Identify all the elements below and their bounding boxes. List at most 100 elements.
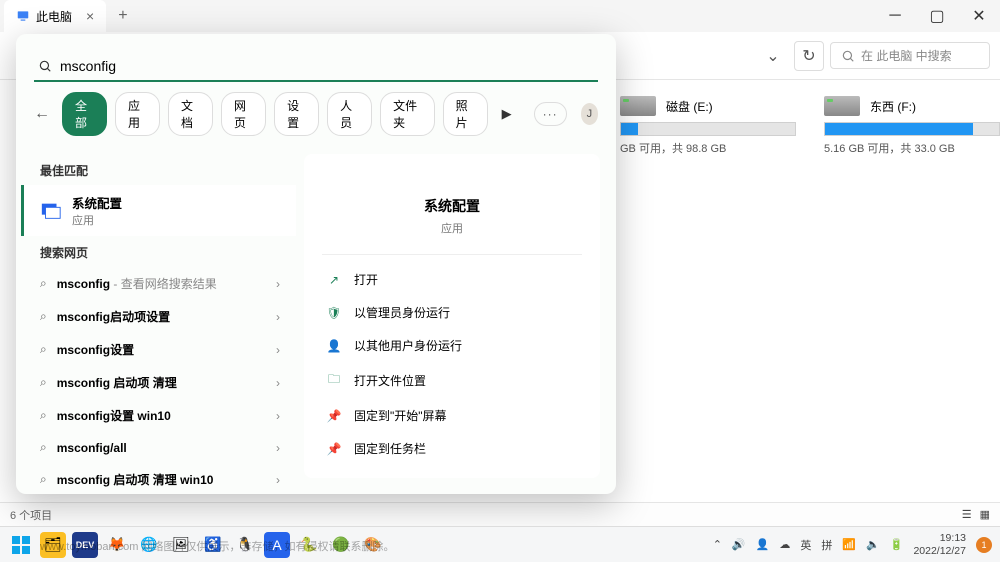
filter-photos[interactable]: 照片 [443,92,488,136]
web-result-item[interactable]: ⌕ msconfig 启动项 清理 › [24,366,296,399]
web-result-label: msconfig 启动项 清理 [57,374,266,391]
results-left-column: 最佳匹配 系统配置 应用 搜索网页 ⌕msconfig - 查看网络搜索结果›⌕… [16,146,296,494]
search-icon [841,49,855,63]
web-result-item[interactable]: ⌕msconfig - 查看网络搜索结果› [24,267,296,300]
maximize-button[interactable]: ▢ [916,0,958,32]
explorer-statusbar: 6 个项目 ☰ ▦ [0,502,1000,526]
drive-info: GB 可用，共 98.8 GB [620,140,796,156]
best-match-title: 系统配置 [72,193,122,212]
action-run-other-user[interactable]: 👤以其他用户身份运行 [322,329,582,362]
section-web: 搜索网页 [24,236,296,267]
start-button[interactable] [8,532,34,558]
filter-apps[interactable]: 应用 [115,92,160,136]
web-result-item[interactable]: ⌕ msconfig启动项设置 › [24,300,296,333]
close-button[interactable]: ✕ [958,0,1000,32]
tray-app-icon[interactable]: ☁ [779,538,790,551]
web-result-label: msconfig - 查看网络搜索结果 [57,275,266,292]
tray-volume-icon[interactable]: 🔊 [732,538,746,551]
action-list: ↗打开 🛡以管理员身份运行 👤以其他用户身份运行 🗀打开文件位置 📌固定到"开始… [322,254,582,465]
filter-more-icon[interactable]: ▶ [496,106,518,122]
action-run-admin[interactable]: 🛡以管理员身份运行 [322,296,582,329]
drive-info: 5.16 GB 可用，共 33.0 GB [824,140,1000,156]
action-pin-taskbar[interactable]: 📌固定到任务栏 [322,432,582,465]
minimize-button[interactable]: ─ [874,0,916,32]
search-icon: ⌕ [40,309,47,324]
action-open[interactable]: ↗打开 [322,263,582,296]
search-icon: ⌕ [40,472,47,487]
back-icon[interactable]: ← [34,105,50,123]
user-icon: 👤 [326,339,342,353]
ime-indicator-1[interactable]: 英 [800,537,811,553]
tray-chevron-icon[interactable]: ⌃ [713,538,722,551]
drive-usage-bar [620,122,796,136]
search-icon: ⌕ [40,375,47,390]
shield-icon: 🛡 [326,306,342,320]
drive-usage-bar [824,122,1000,136]
msconfig-icon [40,200,62,222]
action-open-location[interactable]: 🗀打开文件位置 [322,362,582,399]
explorer-search-placeholder: 在 此电脑 中搜索 [861,47,952,64]
address-dropdown-icon[interactable]: ⌄ [758,41,788,71]
chevron-right-icon: › [276,441,280,455]
folder-icon: 🗀 [326,370,342,391]
open-icon: ↗ [326,273,342,287]
tray-user-icon[interactable]: 👤 [756,538,770,551]
drive-f[interactable]: 东西 (F:) 5.16 GB 可用，共 33.0 GB [824,96,1000,156]
user-avatar[interactable]: J [581,103,598,125]
refresh-button[interactable]: ↻ [794,41,824,71]
pin-icon: 📌 [326,409,342,423]
filter-all[interactable]: 全部 [62,92,107,136]
search-icon [38,59,52,73]
chevron-right-icon: › [276,310,280,324]
web-result-item[interactable]: ⌕ msconfig 启动项 清理 win10 › [24,463,296,494]
drive-e[interactable]: 磁盘 (E:) GB 可用，共 98.8 GB [620,96,796,156]
clock-date: 2022/12/27 [913,545,966,558]
filter-people[interactable]: 人员 [327,92,372,136]
clock[interactable]: 19:13 2022/12/27 [913,532,966,557]
filter-web[interactable]: 网页 [221,92,266,136]
filter-docs[interactable]: 文档 [168,92,213,136]
drive-name: 东西 (F:) [870,98,916,115]
chevron-right-icon: › [276,376,280,390]
search-icon: ⌕ [40,276,47,291]
chevron-right-icon: › [276,409,280,423]
start-search-panel: ← 全部 应用 文档 网页 设置 人员 文件夹 照片 ▶ ··· J 最佳匹配 … [16,34,616,494]
section-best-match: 最佳匹配 [24,154,296,185]
drive-name: 磁盘 (E:) [666,98,713,115]
close-tab-icon[interactable]: × [86,8,94,24]
window-controls: ─ ▢ ✕ [874,0,1000,32]
preview-title: 系统配置 [424,196,480,216]
system-tray: ⌃ 🔊 👤 ☁ 英 拼 📶 🔈 🔋 19:13 2022/12/27 1 [713,532,992,557]
explorer-search-input[interactable]: 在 此电脑 中搜索 [830,42,990,69]
ime-indicator-2[interactable]: 拼 [821,537,832,553]
search-icon: ⌕ [40,342,47,357]
chevron-right-icon: › [276,473,280,487]
search-input[interactable] [60,58,594,74]
chevron-right-icon: › [276,343,280,357]
web-result-item[interactable]: ⌕msconfig设置› [24,333,296,366]
web-result-label: msconfig设置 win10 [57,407,266,424]
tray-wifi-icon[interactable]: 📶 [842,538,856,551]
more-options-icon[interactable]: ··· [534,102,567,126]
tray-sound-icon[interactable]: 🔈 [866,538,880,551]
grid-view-icon[interactable]: ▦ [980,508,990,521]
new-tab-button[interactable]: + [118,7,127,25]
results-body: 最佳匹配 系统配置 应用 搜索网页 ⌕msconfig - 查看网络搜索结果›⌕… [16,146,616,494]
filter-settings[interactable]: 设置 [274,92,319,136]
search-input-wrapper [34,52,598,82]
tray-battery-icon[interactable]: 🔋 [890,538,904,551]
filter-row: ← 全部 应用 文档 网页 设置 人员 文件夹 照片 ▶ ··· J [16,92,616,146]
web-result-item[interactable]: ⌕msconfig设置 win10› [24,399,296,432]
notification-badge[interactable]: 1 [976,537,992,553]
filter-folders[interactable]: 文件夹 [380,92,435,136]
pin-icon: 📌 [326,442,342,456]
browser-tab[interactable]: 此电脑 × [4,0,106,32]
details-view-icon[interactable]: ☰ [962,508,972,521]
web-result-label: msconfig 启动项 清理 win10 [57,471,266,488]
search-icon: ⌕ [40,440,47,455]
action-pin-start[interactable]: 📌固定到"开始"屏幕 [322,399,582,432]
web-result-item[interactable]: ⌕msconfig/all› [24,432,296,463]
best-match-item[interactable]: 系统配置 应用 [21,185,296,236]
drive-icon [620,96,656,116]
web-result-label: msconfig启动项设置 [57,308,266,325]
